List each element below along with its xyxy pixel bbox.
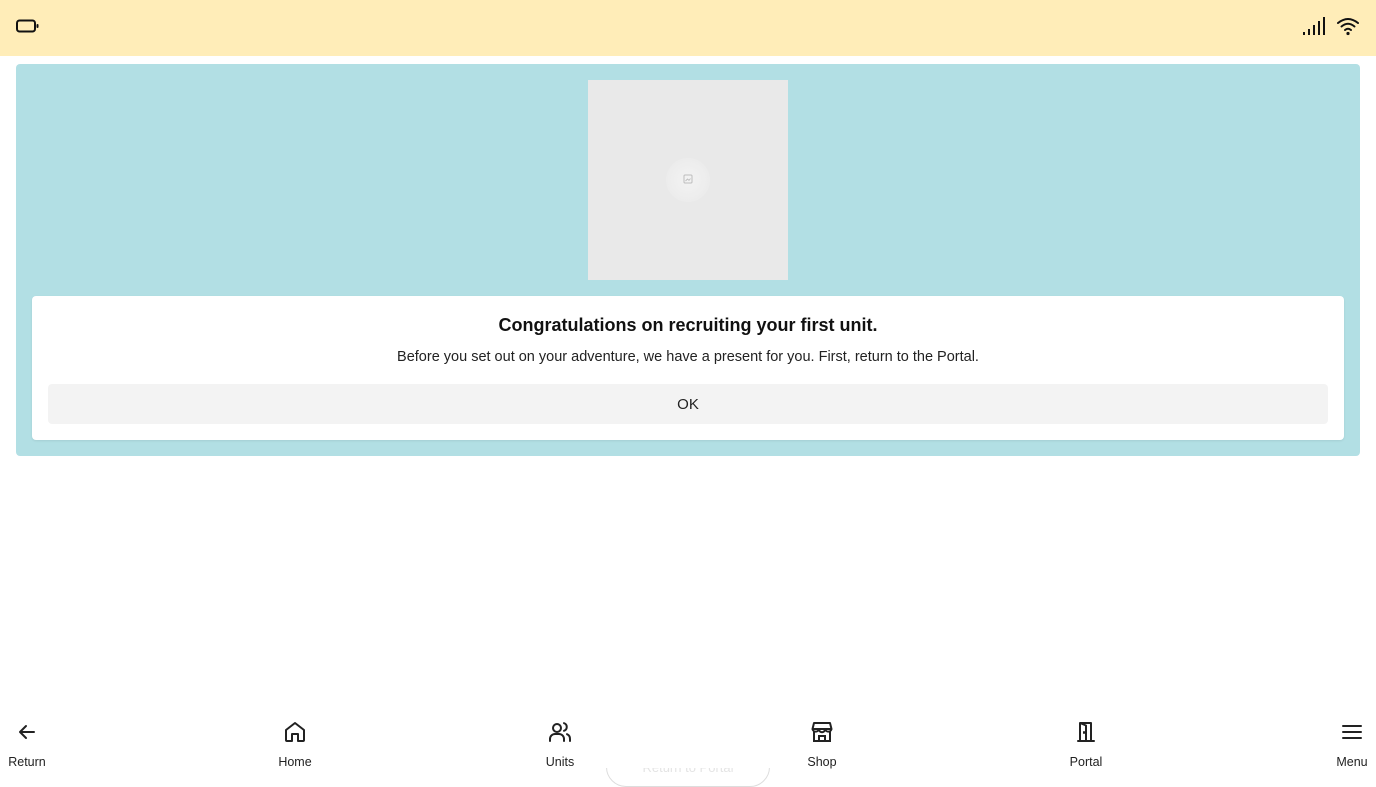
- unit-image-placeholder: [588, 80, 788, 280]
- nav-label-units: Units: [545, 755, 575, 769]
- arrow-left-icon: [15, 720, 39, 749]
- users-icon: [548, 720, 572, 749]
- image-loading-indicator: [666, 158, 710, 202]
- status-left: [16, 19, 40, 38]
- nav-item-shop[interactable]: Shop: [787, 720, 857, 769]
- image-placeholder-icon: [683, 171, 693, 189]
- nav-item-units[interactable]: Units: [525, 720, 595, 769]
- status-right: [1302, 16, 1360, 41]
- ok-button[interactable]: OK: [48, 384, 1328, 424]
- nav-label-portal: Portal: [1069, 755, 1103, 769]
- reward-panel: Congratulations on recruiting your first…: [16, 64, 1360, 456]
- cellular-signal-icon: [1302, 16, 1326, 41]
- dialog-card: Congratulations on recruiting your first…: [32, 296, 1344, 440]
- door-icon: [1074, 720, 1098, 749]
- nav-item-return[interactable]: Return: [0, 720, 62, 769]
- nav-label-home: Home: [278, 755, 312, 769]
- nav-label-menu: Menu: [1336, 755, 1368, 769]
- nav-label-return: Return: [8, 755, 46, 769]
- dialog-message: Before you set out on your adventure, we…: [397, 349, 979, 365]
- nav-item-menu[interactable]: Menu: [1317, 720, 1376, 769]
- dialog-title: Congratulations on recruiting your first…: [498, 315, 878, 335]
- bottom-nav: Return Home Units Shop Portal Menu: [0, 712, 1376, 768]
- nav-item-home[interactable]: Home: [260, 720, 330, 769]
- home-icon: [283, 720, 307, 749]
- battery-icon: [16, 19, 40, 38]
- store-icon: [810, 720, 834, 749]
- status-bar: [0, 0, 1376, 56]
- wifi-icon: [1336, 16, 1360, 41]
- nav-label-shop: Shop: [807, 755, 837, 769]
- menu-icon: [1340, 720, 1364, 749]
- nav-item-portal[interactable]: Portal: [1051, 720, 1121, 769]
